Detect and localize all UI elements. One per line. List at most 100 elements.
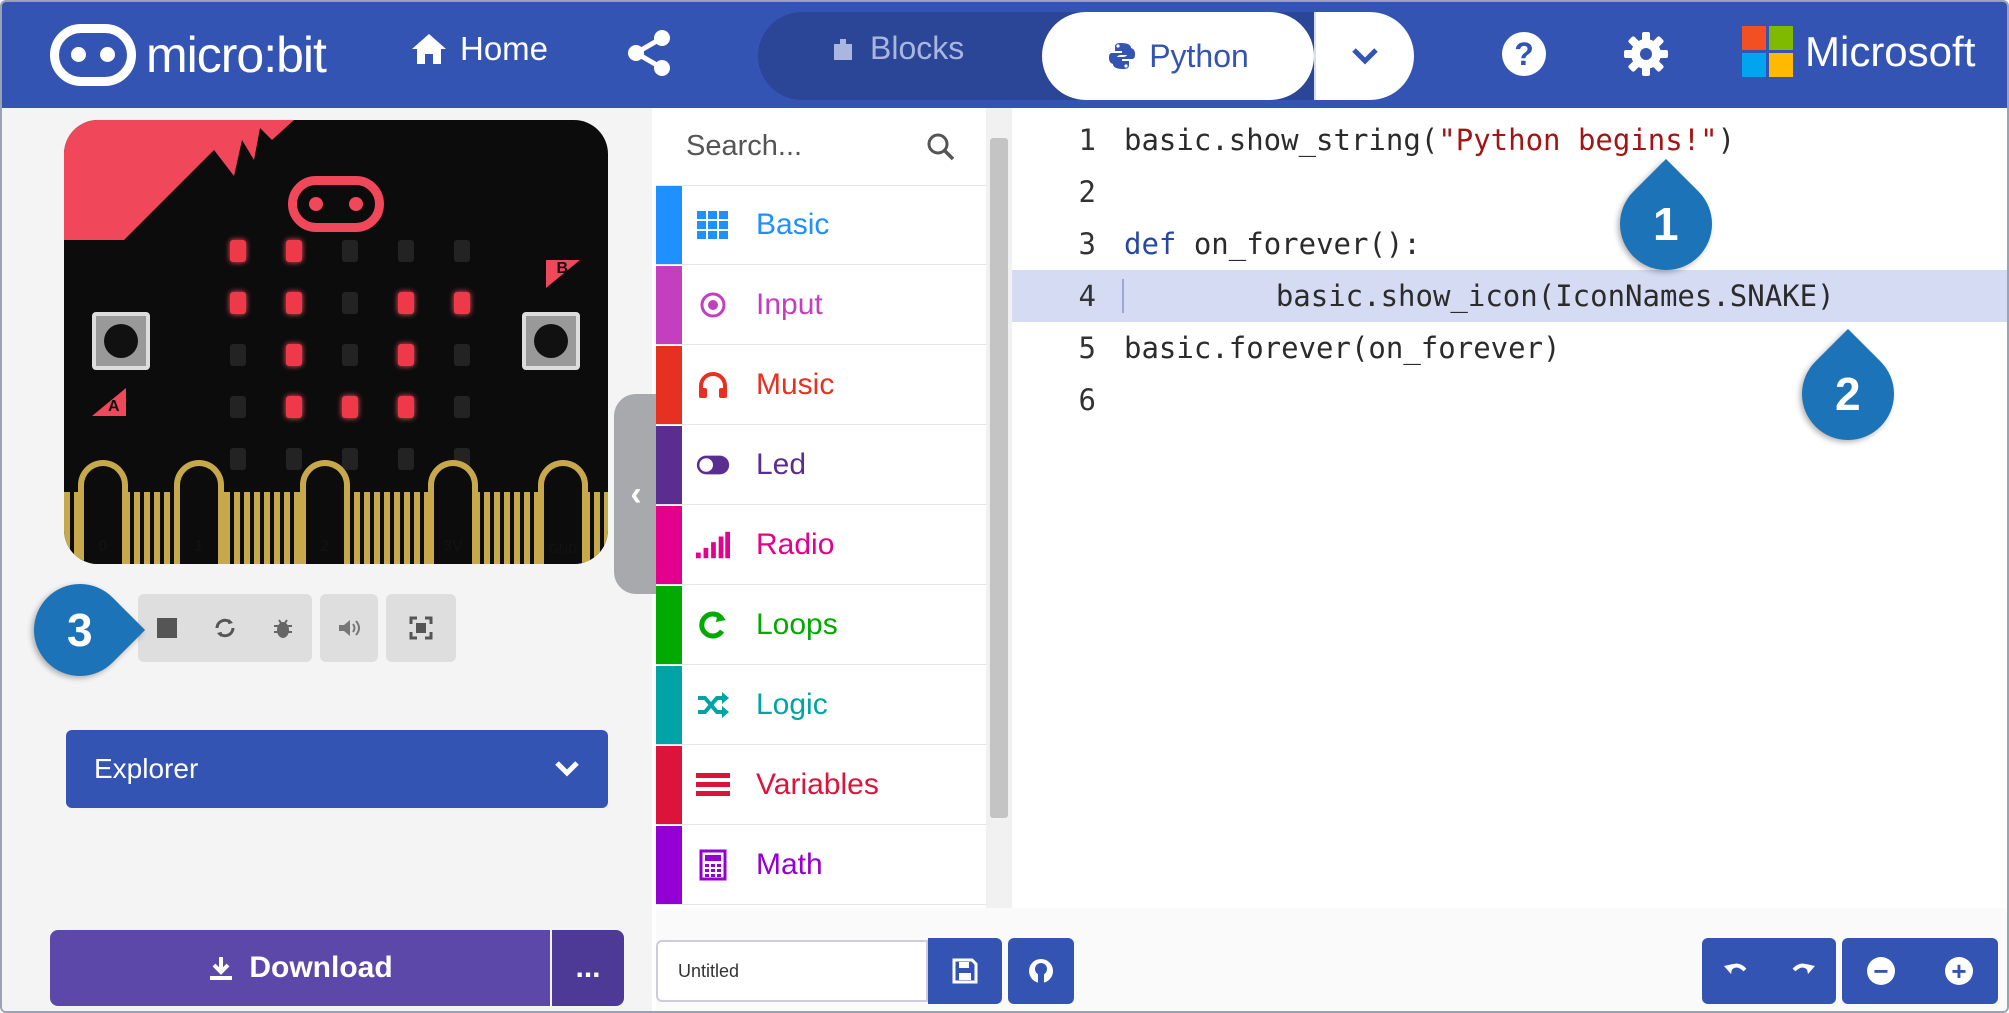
- microsoft-logo[interactable]: Microsoft: [1742, 26, 1975, 77]
- save-button[interactable]: [928, 938, 1002, 1004]
- mute-button[interactable]: [320, 594, 378, 662]
- category-color-bar: [656, 346, 682, 424]
- led-matrix: [230, 240, 470, 470]
- category-color-bar: [656, 586, 682, 664]
- target-icon: [696, 290, 730, 320]
- led-on: [230, 240, 246, 262]
- undo-redo-group: [1702, 938, 1836, 1004]
- led-off: [454, 344, 470, 366]
- python-tab[interactable]: Python: [1042, 12, 1314, 100]
- project-name-input[interactable]: Untitled: [656, 940, 928, 1002]
- category-color-bar: [656, 266, 682, 344]
- download-button[interactable]: Download: [50, 930, 550, 1006]
- line-number: 2: [1078, 175, 1096, 209]
- category-basic[interactable]: Basic: [656, 186, 986, 265]
- lines-icon: [696, 771, 730, 799]
- python-label: Python: [1149, 37, 1249, 74]
- button-a[interactable]: [92, 312, 150, 370]
- code-line[interactable]: 3 def on_forever():: [1012, 218, 2007, 270]
- category-led[interactable]: Led: [656, 426, 986, 505]
- code-line[interactable]: 2: [1012, 166, 2007, 218]
- led-off: [342, 240, 358, 262]
- button-a-label: A: [108, 398, 120, 415]
- gear-icon[interactable]: [1622, 30, 1670, 78]
- button-b[interactable]: [522, 312, 580, 370]
- toolbox-search-input[interactable]: Search...: [656, 108, 986, 186]
- home-button[interactable]: Home: [410, 30, 548, 68]
- mute-icon: [339, 620, 360, 636]
- restart-button[interactable]: [196, 594, 254, 662]
- python-code-editor[interactable]: 1 basic.show_string("Python begins!") 2 3 de…: [1012, 108, 2007, 908]
- debug-button[interactable]: [254, 594, 312, 662]
- grid-icon: [696, 211, 730, 239]
- github-button[interactable]: [1008, 938, 1074, 1004]
- led-on: [286, 240, 302, 262]
- pin-2[interactable]: 2: [300, 460, 350, 564]
- zoom-in-icon[interactable]: +: [1945, 957, 1973, 985]
- code-text[interactable]: def on_forever():: [1124, 227, 1421, 261]
- callout-number: 2: [1835, 368, 1861, 420]
- category-label: Input: [756, 288, 823, 321]
- category-radio[interactable]: Radio: [656, 506, 986, 585]
- zoom-out-icon[interactable]: −: [1867, 957, 1895, 985]
- led-on: [286, 292, 302, 314]
- simulator-panel: A B 0 1 2 3V GND Explorer: [2, 108, 652, 1011]
- category-loops[interactable]: Loops: [656, 586, 986, 665]
- category-color-bar: [656, 826, 682, 904]
- fullscreen-button[interactable]: [386, 594, 456, 662]
- explorer-toggle[interactable]: Explorer: [66, 730, 608, 808]
- pin-gnd[interactable]: GND: [538, 460, 588, 564]
- search-placeholder: Search...: [686, 130, 803, 162]
- code-text[interactable]: basic.forever(on_forever): [1124, 331, 1561, 365]
- led-off: [454, 240, 470, 262]
- stop-button[interactable]: [138, 594, 196, 662]
- category-input[interactable]: Input: [656, 266, 986, 345]
- download-options-button[interactable]: ...: [552, 930, 624, 1006]
- led-on: [286, 396, 302, 418]
- download-label: Download: [249, 951, 393, 984]
- code-text[interactable]: basic.show_string("Python begins!"): [1124, 123, 1735, 157]
- code-line[interactable]: 4 basic.show_icon(IconNames.SNAKE): [1012, 270, 2007, 322]
- led-off: [342, 344, 358, 366]
- category-color-bar: [656, 426, 682, 504]
- line-number: 1: [1078, 123, 1096, 157]
- pin-0[interactable]: 0: [78, 460, 128, 564]
- blocks-tab[interactable]: Blocks: [828, 30, 964, 67]
- collapse-simulator-button[interactable]: ‹: [614, 394, 658, 594]
- category-label: Music: [756, 368, 835, 401]
- microsoft-label: Microsoft: [1805, 27, 1976, 75]
- sim-control-group: [320, 594, 378, 662]
- led-off: [398, 448, 414, 470]
- sim-control-group: [138, 594, 312, 662]
- category-label: Loops: [756, 608, 838, 641]
- fullscreen-icon: [409, 616, 433, 640]
- toolbox-scrollbar[interactable]: [986, 108, 1012, 908]
- category-logic[interactable]: Logic: [656, 666, 986, 745]
- category-color-bar: [656, 506, 682, 584]
- category-variables[interactable]: Variables: [656, 746, 986, 825]
- microbit-board[interactable]: A B 0 1 2 3V GND: [64, 120, 608, 564]
- callout-number: 3: [67, 604, 93, 656]
- category-color-bar: [656, 746, 682, 824]
- category-label: Math: [756, 848, 823, 881]
- language-dropdown-button[interactable]: [1314, 12, 1414, 100]
- code-text[interactable]: basic.show_icon(IconNames.SNAKE): [1122, 279, 1835, 313]
- home-label: Home: [460, 30, 549, 67]
- pin-label: 2: [320, 538, 330, 555]
- led-off: [230, 396, 246, 418]
- undo-icon[interactable]: [1721, 958, 1751, 984]
- share-icon[interactable]: [624, 28, 674, 78]
- code-line[interactable]: 1 basic.show_string("Python begins!"): [1012, 114, 2007, 166]
- headphones-icon: [696, 370, 730, 400]
- help-icon[interactable]: ?: [1502, 32, 1546, 76]
- category-math[interactable]: Math: [656, 826, 986, 905]
- pin-label: GND: [548, 541, 578, 556]
- category-music[interactable]: Music: [656, 346, 986, 425]
- scrollbar-thumb[interactable]: [990, 138, 1008, 818]
- pin-3v[interactable]: 3V: [428, 460, 478, 564]
- loop-icon: [696, 610, 730, 640]
- redo-icon[interactable]: [1788, 958, 1818, 984]
- category-label: Led: [756, 448, 807, 481]
- microbit-logo[interactable]: micro:bit: [50, 24, 327, 86]
- pin-1[interactable]: 1: [174, 460, 224, 564]
